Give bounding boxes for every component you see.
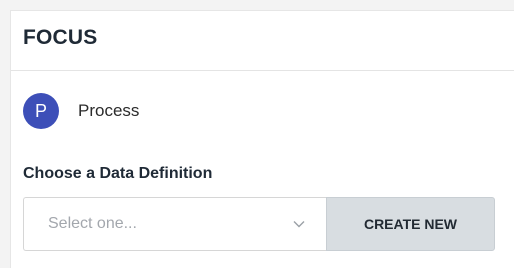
- focus-entity: P Process: [23, 93, 139, 129]
- panel-title: FOCUS: [23, 25, 98, 49]
- data-definition-controls: Select one... CREATE NEW: [23, 197, 495, 251]
- data-definition-select[interactable]: Select one...: [23, 197, 326, 251]
- chevron-down-icon: [292, 217, 306, 231]
- select-placeholder: Select one...: [48, 215, 137, 232]
- entity-name: Process: [78, 101, 140, 120]
- create-new-button[interactable]: CREATE NEW: [326, 197, 495, 251]
- avatar: P: [23, 93, 59, 129]
- avatar-letter: P: [34, 100, 47, 121]
- focus-panel: FOCUS P Process Choose a Data Definition…: [10, 10, 514, 268]
- data-definition-label: Choose a Data Definition: [23, 165, 213, 182]
- panel-header: FOCUS: [11, 11, 514, 71]
